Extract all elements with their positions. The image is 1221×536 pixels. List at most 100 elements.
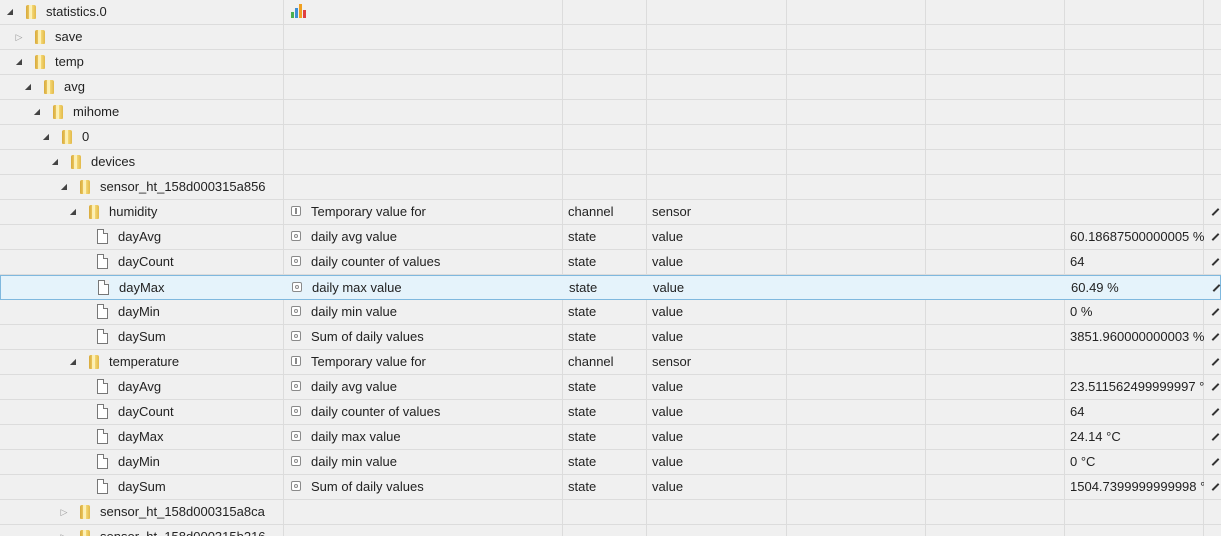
collapse-toggle-icon[interactable]: ◢ [41,125,51,149]
name-cell[interactable]: ◢ avg [0,75,283,99]
name-cell[interactable]: ◢ statistics.0 [0,0,283,24]
name-cell[interactable]: dayMax [1,276,284,300]
tree-node-row[interactable]: ▷ sensor_ht_158d000315b216 [0,525,1221,536]
expand-toggle-icon[interactable]: ▷ [14,25,24,49]
description-cell: daily avg value [284,225,562,249]
collapse-toggle-icon[interactable]: ◢ [68,350,78,374]
state-row[interactable]: dayAvg daily avg value state value 23.511562… [0,375,1221,400]
name-cell[interactable]: ◢ sensor_ht_158d000315a856 [0,175,283,199]
collapse-toggle-icon[interactable]: ◢ [32,100,42,124]
name-cell[interactable]: dayAvg [0,375,283,399]
state-row[interactable]: daySum Sum of daily values state value 1504.… [0,475,1221,500]
edit-button[interactable] [1204,325,1221,349]
state-row[interactable]: dayCount daily counter of values state valu… [0,250,1221,275]
description-text: daily counter of values [311,404,441,419]
expand-toggle-icon[interactable]: ▷ [59,500,69,524]
state-type-icon [291,406,301,416]
state-file-icon [97,254,108,269]
name-cell[interactable]: dayMin [0,300,283,324]
role-cell: value [652,404,684,419]
name-cell[interactable]: dayMax [0,425,283,449]
state-row[interactable]: dayMin daily min value state value 0 °C [0,450,1221,475]
folder-icon [51,105,65,119]
edit-button[interactable] [1204,350,1221,374]
statistics-chart-icon [290,3,306,19]
edit-button[interactable] [1204,200,1221,224]
pencil-icon [1211,408,1220,416]
description-cell: Sum of daily values [284,475,562,499]
name-cell[interactable]: ◢ devices [0,150,283,174]
tree-node-row[interactable]: ◢ sensor_ht_158d000315a856 [0,175,1221,200]
state-row[interactable]: dayMax daily max value state value 60.49 % [0,275,1221,300]
tree-node-row[interactable]: ◢ 0 [0,125,1221,150]
node-name: dayMax [119,280,165,295]
collapse-toggle-icon[interactable]: ◢ [50,150,60,174]
name-cell[interactable]: ◢ temp [0,50,283,74]
tree-node-row[interactable]: ◢ mihome [0,100,1221,125]
name-cell[interactable]: ▷ sensor_ht_158d000315a8ca [0,500,283,524]
collapse-toggle-icon[interactable]: ◢ [23,75,33,99]
collapse-toggle-icon[interactable]: ◢ [5,0,15,24]
edit-button[interactable] [1204,400,1221,424]
state-file-icon [97,379,108,394]
edit-button[interactable] [1204,375,1221,399]
state-row[interactable]: dayMax daily max value state value 24.14 °C [0,425,1221,450]
edit-button[interactable] [1204,300,1221,324]
tree-node-row[interactable]: ◢ statistics.0 [0,0,1221,25]
state-row[interactable]: daySum Sum of daily values state value 3851.… [0,325,1221,350]
name-cell[interactable]: dayCount [0,250,283,274]
role-cell: value [653,280,685,295]
description-text: Sum of daily values [311,329,424,344]
name-cell[interactable]: dayMin [0,450,283,474]
folder-icon [42,80,56,94]
state-row[interactable]: dayMin daily min value state value 0 % [0,300,1221,325]
name-cell[interactable]: ◢ temperature [0,350,283,374]
edit-button[interactable] [1205,276,1221,300]
object-tree-grid: ◢ statistics.0 ▷ save ◢ temp ◢ avg ◢ mihome ◢ 0 ◢ dev… [0,0,1221,536]
folder-icon [78,530,92,536]
edit-button[interactable] [1204,250,1221,274]
description-text: daily min value [311,454,397,469]
name-cell[interactable]: dayCount [0,400,283,424]
name-cell[interactable]: daySum [0,325,283,349]
name-cell[interactable]: ▷ sensor_ht_158d000315b216 [0,525,283,536]
node-name: statistics.0 [46,4,107,19]
pencil-icon [1211,308,1220,316]
object-type-cell: state [568,404,597,419]
description-cell: daily min value [284,450,562,474]
tree-node-row[interactable]: ▷ sensor_ht_158d000315a8ca [0,500,1221,525]
tree-node-row[interactable]: ◢ temp [0,50,1221,75]
state-file-icon [97,229,108,244]
tree-node-row[interactable]: ◢ devices [0,150,1221,175]
edit-button[interactable] [1204,225,1221,249]
name-cell[interactable]: daySum [0,475,283,499]
state-row[interactable]: dayAvg daily avg value state value 60.186875… [0,225,1221,250]
role-cell: sensor [652,354,692,369]
state-file-icon [97,479,108,494]
name-cell[interactable]: dayAvg [0,225,283,249]
description-text: daily avg value [311,229,397,244]
role-cell: value [652,229,684,244]
tree-node-row[interactable]: ▷ save [0,25,1221,50]
edit-button[interactable] [1204,425,1221,449]
name-cell[interactable]: ◢ mihome [0,100,283,124]
tree-node-row[interactable]: ◢ humidity Temporary value for channel senso… [0,200,1221,225]
state-row[interactable]: dayCount daily counter of values state valu… [0,400,1221,425]
node-name: sensor_ht_158d000315a856 [100,179,266,194]
collapse-toggle-icon[interactable]: ◢ [14,50,24,74]
description-cell: Temporary value for [284,350,562,374]
tree-node-row[interactable]: ◢ temperature Temporary value for channel se… [0,350,1221,375]
expand-toggle-icon[interactable]: ▷ [59,525,69,536]
name-cell[interactable]: ◢ humidity [0,200,283,224]
pencil-icon [1211,333,1220,341]
name-cell[interactable]: ▷ save [0,25,283,49]
collapse-toggle-icon[interactable]: ◢ [59,175,69,199]
collapse-toggle-icon[interactable]: ◢ [68,200,78,224]
value-cell: 64 [1070,254,1085,269]
name-cell[interactable]: ◢ 0 [0,125,283,149]
edit-button[interactable] [1204,450,1221,474]
edit-button[interactable] [1204,475,1221,499]
object-type-cell: state [568,304,597,319]
tree-node-row[interactable]: ◢ avg [0,75,1221,100]
role-cell: value [652,479,684,494]
